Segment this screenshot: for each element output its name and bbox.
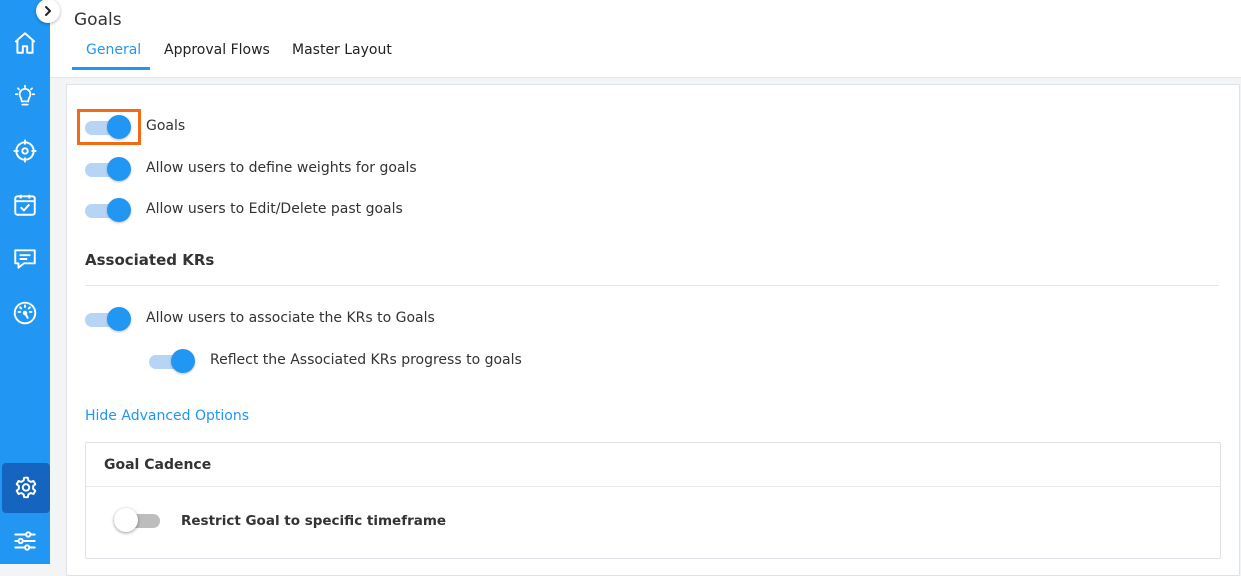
toggle-knob xyxy=(107,307,131,331)
nav-configuration[interactable] xyxy=(0,516,50,566)
weights-label: Allow users to define weights for goals xyxy=(146,160,417,176)
associated-krs-heading: Associated KRs xyxy=(85,251,215,269)
toggle-knob xyxy=(171,349,195,373)
toggle-knob xyxy=(107,115,131,139)
goal-cadence-panel: Goal Cadence Restrict Goal to specific t… xyxy=(85,442,1221,559)
goals-label: Goals xyxy=(146,118,186,134)
toggle-knob xyxy=(107,157,131,181)
sidebar xyxy=(0,0,50,564)
hide-advanced-options-link[interactable]: Hide Advanced Options xyxy=(85,408,249,424)
nav-settings[interactable] xyxy=(2,463,50,513)
goals-toggle[interactable] xyxy=(85,114,133,140)
reflect-progress-toggle[interactable] xyxy=(149,348,197,374)
target-icon xyxy=(13,139,37,163)
active-tab-indicator xyxy=(72,67,150,70)
tab-master-layout[interactable]: Master Layout xyxy=(292,42,392,58)
tab-approval-flows[interactable]: Approval Flows xyxy=(164,42,270,58)
dashboard-gauge-icon xyxy=(13,301,37,325)
goal-cadence-title: Goal Cadence xyxy=(104,457,212,473)
edit-past-goals-label: Allow users to Edit/Delete past goals xyxy=(146,201,403,217)
restrict-timeframe-toggle[interactable] xyxy=(114,507,164,533)
calendar-check-icon xyxy=(14,194,36,216)
page-title: Goals xyxy=(74,10,122,30)
nav-home[interactable] xyxy=(0,18,50,68)
tab-general[interactable]: General xyxy=(86,42,141,58)
page-header: Goals General Approval Flows Master Layo… xyxy=(50,0,1241,78)
associate-krs-toggle[interactable] xyxy=(85,306,133,332)
chevron-right-icon xyxy=(45,6,51,16)
toggle-knob xyxy=(107,198,131,222)
settings-card: Goals Allow users to define weights for … xyxy=(66,84,1240,576)
settings-gear-icon xyxy=(15,476,37,499)
panel-divider xyxy=(86,486,1220,487)
nav-dashboard[interactable] xyxy=(0,288,50,338)
weights-toggle[interactable] xyxy=(85,156,133,182)
toggle-knob xyxy=(114,508,138,532)
nav-feedback[interactable] xyxy=(0,234,50,284)
lightbulb-icon xyxy=(14,84,36,106)
restrict-timeframe-label: Restrict Goal to specific timeframe xyxy=(181,513,447,529)
sidebar-expand-button[interactable] xyxy=(36,0,60,23)
chat-icon xyxy=(14,249,36,269)
section-divider xyxy=(85,285,1219,286)
home-icon xyxy=(14,32,36,54)
nav-ideas[interactable] xyxy=(0,72,50,122)
sliders-icon xyxy=(14,531,36,551)
reflect-progress-label: Reflect the Associated KRs progress to g… xyxy=(210,352,522,368)
edit-past-goals-toggle[interactable] xyxy=(85,197,133,223)
nav-checkins[interactable] xyxy=(0,180,50,230)
nav-goals[interactable] xyxy=(0,126,50,176)
associate-krs-label: Allow users to associate the KRs to Goal… xyxy=(146,310,435,326)
